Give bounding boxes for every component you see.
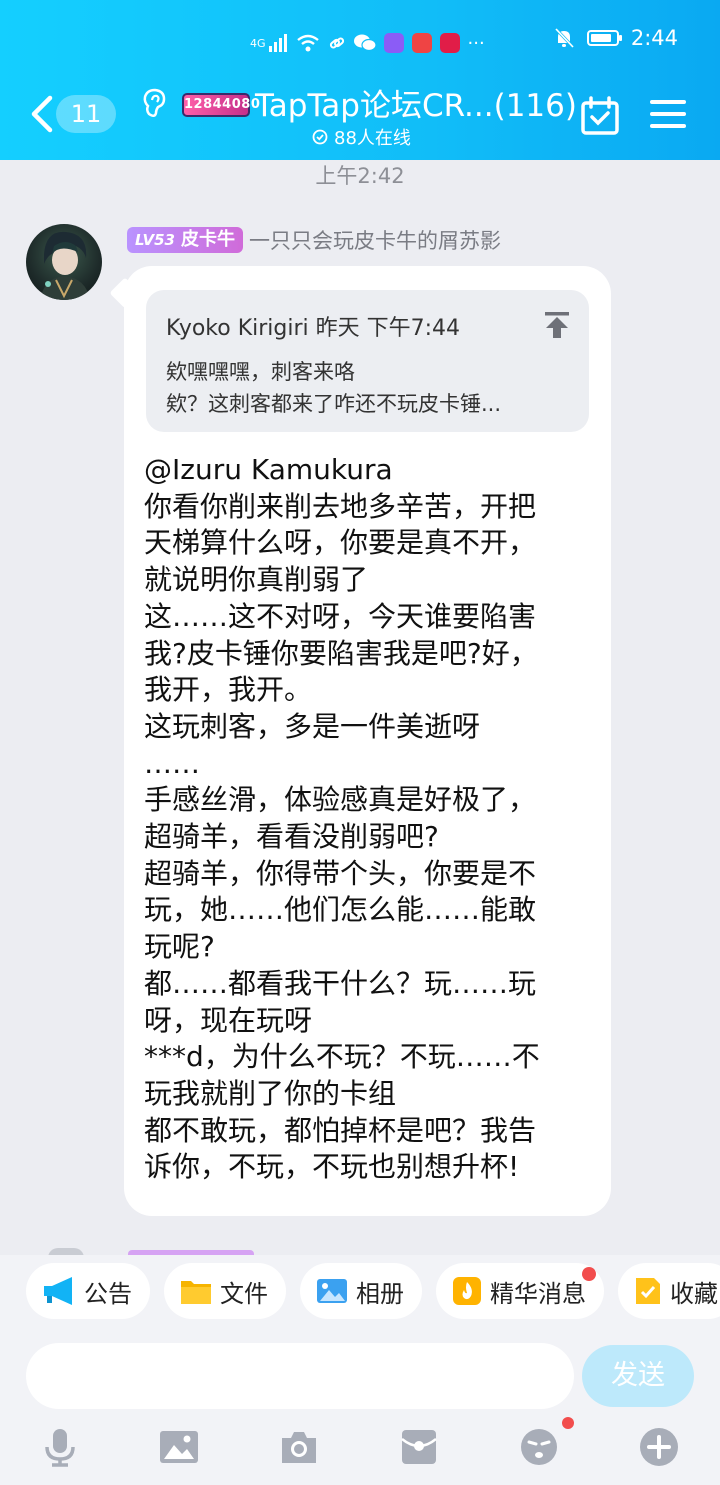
- status-icons-right: 2:44: [553, 26, 678, 50]
- folder-icon: [181, 1281, 211, 1304]
- album-label: 相册: [356, 1279, 404, 1308]
- group-level-logo: 12844080: [182, 93, 260, 117]
- message-line: 都……都看我干什么？玩……玩: [144, 966, 537, 1000]
- status-bar: 4G ··· 2:44: [0, 24, 720, 60]
- wifi-icon: [296, 34, 319, 52]
- message-line: ……: [144, 746, 200, 780]
- message-text: @Izuru Kamukura 你看你削来削去地多辛苦，开把 天梯算什么呀，你要…: [144, 452, 596, 1186]
- sender-title: 皮卡牛: [180, 229, 235, 250]
- reader-app-icon: [411, 33, 432, 53]
- online-check-icon: [312, 129, 328, 145]
- message-line: 就说明你真削弱了: [144, 563, 369, 597]
- group-title[interactable]: TapTap论坛CR...(116): [255, 80, 577, 125]
- sender-info: LV53 皮卡牛 一只只会玩皮卡牛的屑苏影: [127, 225, 501, 255]
- quote-text-line: 欸嘿嘿嘿，刺客来咯: [166, 360, 355, 384]
- message-line: 我开，我开。: [144, 673, 313, 707]
- message-line: 你看你削来削去地多辛苦，开把: [144, 489, 537, 523]
- clock: 2:44: [630, 26, 678, 50]
- announcement-label: 公告: [84, 1279, 132, 1308]
- chat-header: 4G ··· 2:44 11 12844080 TapTap论坛CR...(11…: [0, 0, 720, 160]
- music-app-icon: [383, 33, 404, 53]
- sender-level: LV53: [135, 231, 175, 249]
- more-notifications-icon: ···: [467, 32, 485, 54]
- message-line: 我?皮卡锤你要陷害我是吧?好，: [144, 636, 538, 670]
- battery-icon: [586, 30, 622, 46]
- message-line: 手感丝滑，体验感真是好极了，: [144, 783, 537, 817]
- bookmark-check-icon: [636, 1278, 660, 1304]
- menu-icon[interactable]: [650, 98, 686, 130]
- image-icon[interactable]: [159, 1427, 199, 1467]
- quoted-message[interactable]: Kyoko Kirigiri 昨天 下午7:44 欸嘿嘿嘿，刺客来咯 欸？这刺客…: [146, 290, 589, 432]
- plus-icon[interactable]: [639, 1427, 679, 1467]
- megaphone-icon: [44, 1277, 72, 1305]
- ear-icon[interactable]: [142, 88, 168, 120]
- favorites-button[interactable]: 收藏: [618, 1263, 720, 1319]
- message-line: 都不敢玩，都怕掉杯是吧？我告: [144, 1113, 537, 1147]
- message-line: ***d，为什么不玩？不玩……不: [144, 1040, 540, 1074]
- quote-time: 昨天 下午7:44: [315, 316, 461, 341]
- sender-name[interactable]: 一只只会玩皮卡牛的屑苏影: [249, 225, 501, 255]
- message-line: 超骑羊，看看没削弱吧?: [144, 820, 439, 854]
- message-bubble[interactable]: Kyoko Kirigiri 昨天 下午7:44 欸嘿嘿嘿，刺客来咯 欸？这刺客…: [124, 266, 611, 1216]
- message-line: 诉你，不玩，不玩也别想升杯!: [144, 1150, 520, 1184]
- message-line: @Izuru Kamukura: [144, 453, 393, 486]
- jump-to-top-icon[interactable]: [543, 310, 571, 340]
- group-shortcut-bar: 公告 文件 相册 精华消息 收藏: [26, 1263, 720, 1319]
- essence-notification-dot: [582, 1267, 596, 1281]
- quote-header: Kyoko Kirigiri 昨天 下午7:44: [166, 310, 460, 342]
- microphone-icon[interactable]: [40, 1427, 80, 1467]
- files-button[interactable]: 文件: [164, 1263, 286, 1319]
- files-label: 文件: [220, 1279, 268, 1308]
- calendar-check-icon[interactable]: [580, 96, 620, 136]
- send-button[interactable]: 发送: [582, 1345, 694, 1407]
- avatar-portrait: [40, 231, 90, 300]
- composer: 发送: [26, 1343, 694, 1409]
- link-icon: [329, 37, 344, 49]
- message-line: 玩，她……他们怎么能……能敢: [144, 893, 537, 927]
- battery-level-fill: [590, 34, 612, 42]
- favorites-label: 收藏: [670, 1279, 718, 1308]
- essence-label: 精华消息: [490, 1279, 586, 1308]
- message-line: 这玩刺客，多是一件美逝呀: [144, 709, 481, 743]
- message-line: 这……这不对呀，今天谁要陷害: [144, 599, 537, 633]
- message-line: 玩呢?: [144, 930, 215, 964]
- message-line: 超骑羊，你得带个头，你要是不: [144, 856, 537, 890]
- album-button[interactable]: 相册: [300, 1263, 422, 1319]
- online-count: 88人在线: [334, 128, 411, 149]
- message-timestamp: 上午2:42: [315, 164, 405, 188]
- message-line: 呀，现在玩呀: [144, 1003, 313, 1037]
- wechat-icon: [353, 34, 376, 52]
- emoji-notification-dot: [562, 1417, 574, 1429]
- online-status[interactable]: 88人在线: [312, 124, 411, 150]
- store-app-icon: [439, 33, 460, 53]
- message-input[interactable]: [26, 1343, 574, 1409]
- sender-avatar[interactable]: [26, 224, 102, 300]
- emoji-icon[interactable]: [519, 1427, 559, 1467]
- network-indicator: 4G: [250, 36, 266, 50]
- essence-messages-button[interactable]: 精华消息: [436, 1263, 604, 1319]
- unread-count-badge[interactable]: 11: [56, 95, 116, 133]
- red-packet-icon[interactable]: [399, 1427, 439, 1467]
- message-line: 天梯算什么呀，你要是真不开，: [144, 526, 537, 560]
- quote-author: Kyoko Kirigiri: [166, 316, 309, 341]
- camera-icon[interactable]: [279, 1427, 319, 1467]
- sender-level-badge: LV53 皮卡牛: [127, 227, 243, 253]
- flame-badge-icon: [453, 1277, 481, 1305]
- quote-text-line: 欸？这刺客都来了咋还不玩皮卡锤...: [166, 392, 502, 416]
- signal-icon: [268, 34, 287, 52]
- input-toolbar: [0, 1417, 720, 1477]
- mute-bell-icon: [554, 27, 574, 49]
- bottom-panel: 公告 文件 相册 精华消息 收藏 发送: [0, 1255, 720, 1485]
- photo-album-icon: [317, 1279, 347, 1303]
- status-icons-left: 4G ···: [250, 28, 485, 58]
- message-line: 玩我就削了你的卡组: [144, 1076, 397, 1110]
- announcement-button[interactable]: 公告: [26, 1263, 150, 1319]
